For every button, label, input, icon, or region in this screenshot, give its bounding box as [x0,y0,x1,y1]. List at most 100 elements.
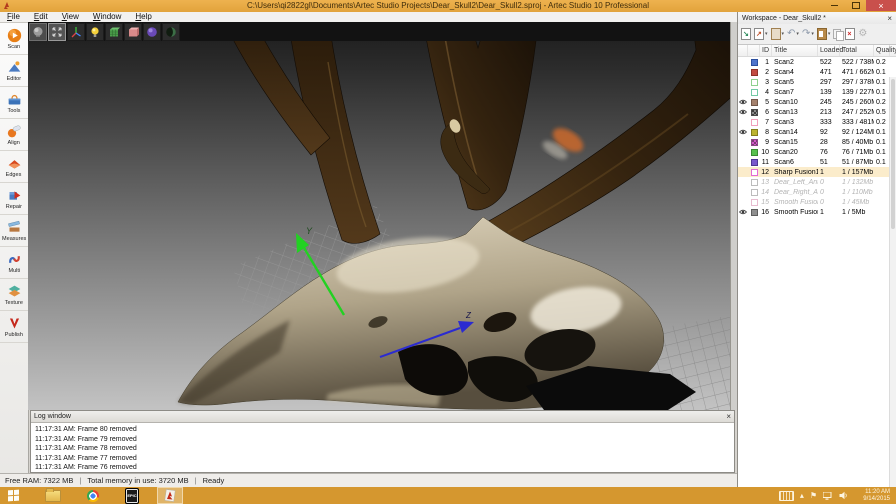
artec-studio-taskbar-button[interactable] [157,487,183,504]
log-window-header[interactable]: Log window × [31,411,734,423]
scan-table-row[interactable]: 2 Scan4 471 471 / 662Mb 0.1 [738,67,896,77]
menu-window[interactable]: Window [86,12,128,22]
keyboard-tray-icon[interactable] [779,491,794,501]
network-icon[interactable] [823,492,833,500]
sidebar-item-align[interactable]: Align [0,119,28,151]
minimize-button[interactable] [824,0,845,11]
color-swatch[interactable] [751,109,758,116]
scan-table-row[interactable]: 13 Dear_Left_Ant 0 1 / 132Mb [738,177,896,187]
sidebar-item-edges[interactable]: Edges [0,151,28,183]
col-id[interactable]: ID [760,45,772,56]
home-view-button[interactable] [29,23,47,41]
start-button[interactable] [8,490,19,501]
color-swatch[interactable] [751,139,758,146]
scan-table-row[interactable]: 16 Smooth Fusion1 1 1 / 5Mb [738,207,896,217]
3d-viewport[interactable]: Y Z [28,22,737,410]
menu-view[interactable]: View [55,12,86,22]
eye-icon[interactable] [739,129,747,135]
repair-icon [6,188,23,203]
tray-expand-icon[interactable]: ▴ [800,491,804,500]
scan-table-row[interactable]: 4 Scan7 139 139 / 227Mb 0.1 [738,87,896,97]
table-scrollbar[interactable] [889,77,896,487]
scan-table-row[interactable]: 12 Sharp Fusion1 1 1 / 157Mb [738,167,896,177]
sidebar-item-tools[interactable]: Tools [0,87,28,119]
dark-render-button[interactable] [162,23,180,41]
flat-render-button[interactable] [124,23,142,41]
scan-table-row[interactable]: 15 Smooth Fusion 0 1 / 45Mb [738,197,896,207]
color-swatch[interactable] [751,179,758,186]
file-explorer-button[interactable] [45,490,61,502]
scan-table-row[interactable]: 14 Dear_Right_Ar 0 1 / 110Mb [738,187,896,197]
scan-table-row[interactable]: 9 Scan15 28 85 / 40Mb 0.1 [738,137,896,147]
color-swatch[interactable] [751,99,758,106]
eye-icon[interactable] [739,99,747,105]
sidebar-item-scan[interactable]: Scan [0,23,28,55]
color-swatch[interactable] [751,119,758,126]
eye-icon[interactable] [739,109,747,115]
chrome-button[interactable] [87,490,99,502]
eye-icon[interactable] [739,209,747,215]
sidebar-item-multi[interactable]: Multi [0,247,28,279]
sidebar-item-publish[interactable]: Publish [0,311,28,343]
color-swatch[interactable] [751,59,758,66]
log-close-icon[interactable]: × [726,412,731,421]
maximize-button[interactable] [845,0,866,11]
scan-table-row[interactable]: 7 Scan3 333 333 / 481Mb 0.2 [738,117,896,127]
delete-button[interactable]: × [844,26,856,42]
menu-help[interactable]: Help [128,12,158,22]
axes-toggle-button[interactable] [67,23,85,41]
undo-button[interactable]: ↶▾ [786,26,800,42]
speaker-icon[interactable] [839,491,848,500]
redo-button[interactable]: ↷▾ [801,26,815,42]
color-swatch[interactable] [751,189,758,196]
action-center-flag-icon[interactable]: ⚑ [810,491,817,500]
scan-table-row[interactable]: 3 Scan5 297 297 / 378Mb 0.1 [738,77,896,87]
color-swatch[interactable] [751,89,758,96]
color-swatch[interactable] [751,129,758,136]
col-total[interactable]: Total [840,45,874,56]
menu-edit[interactable]: Edit [27,12,55,22]
scan-table-row[interactable]: 1 Scan2 522 522 / 738Mb 0.2 [738,57,896,67]
scan-table-row[interactable]: 6 Scan13 213 247 / 252Mb 0.5 [738,107,896,117]
col-quality[interactable]: Quality [874,45,890,56]
color-swatch[interactable] [751,199,758,206]
color-swatch[interactable] [751,169,758,176]
col-title[interactable]: Title [772,45,818,56]
scan-table-row[interactable]: 5 Scan10 245 245 / 260Mb 0.2 [738,97,896,107]
col-loaded[interactable]: Loaded [818,45,840,56]
epic-app-button[interactable]: EPIC [125,488,139,504]
paste-button[interactable]: ▾ [816,26,832,42]
sidebar-item-editor[interactable]: Editor [0,55,28,87]
export-button[interactable]: ↗▾ [753,26,769,42]
settings-button[interactable]: ⚙ [857,26,868,42]
taskbar-clock[interactable]: 11:20 AM 9/14/2015 [854,489,890,503]
copy-button[interactable] [832,26,843,42]
sidebar-item-measures[interactable]: Measures [0,215,28,247]
sidebar-item-texture[interactable]: Texture [0,279,28,311]
menu-file[interactable]: File [0,12,27,22]
workspace-close-icon[interactable]: × [887,14,892,23]
color-swatch[interactable] [751,149,758,156]
artec-icon [164,489,176,502]
textured-render-button[interactable] [105,23,123,41]
fit-view-button[interactable] [48,23,66,41]
color-swatch[interactable] [751,69,758,76]
color-swatch[interactable] [751,79,758,86]
workspace-panel-header[interactable]: Workspace - Dear_Skull2 * × [738,12,896,24]
color-swatch[interactable] [751,209,758,216]
snapshot-button[interactable]: ▾ [770,26,786,42]
log-entry: 11:17:31 AM: Frame 77 removed [35,454,730,464]
scan-table-row[interactable]: 10 Scan20 76 76 / 71Mb 0.1 [738,147,896,157]
color-swatch[interactable] [751,159,758,166]
scan-table-row[interactable]: 8 Scan14 92 92 / 124Mb 0.1 [738,127,896,137]
scan-total: 297 / 378Mb [840,79,874,86]
sidebar-item-repair[interactable]: Repair [0,183,28,215]
close-button[interactable]: × [866,0,896,11]
system-tray: ▴ ⚑ 11:20 AM 9/14/2015 [779,489,896,503]
scan-table-row[interactable]: 11 Scan6 51 51 / 87Mb 0.1 [738,157,896,167]
smooth-render-button[interactable] [143,23,161,41]
lighting-button[interactable] [86,23,104,41]
clock-time: 11:20 AM [854,489,890,496]
3d-scene-canvas[interactable]: Y Z [28,22,737,410]
import-button[interactable]: ↘ [740,26,752,42]
